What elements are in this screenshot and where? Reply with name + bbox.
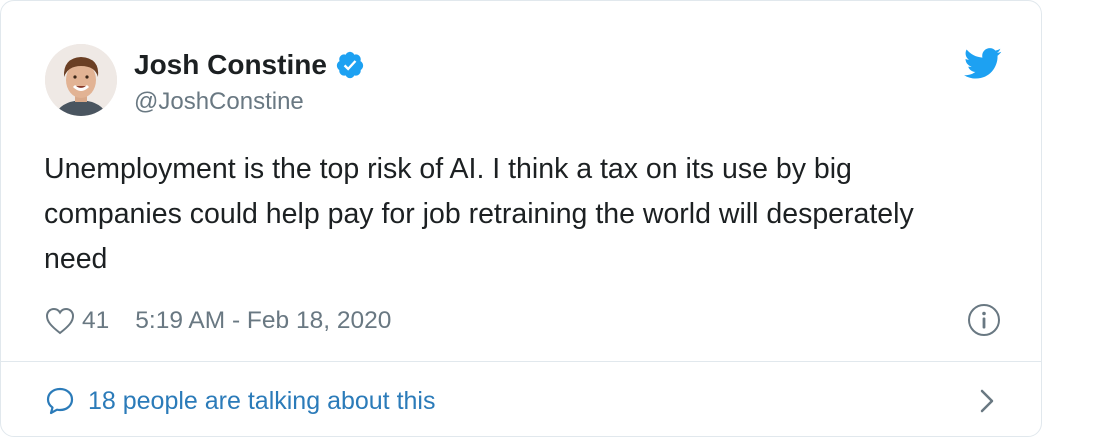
embedded-tweet-card: Josh Constine @JoshConstine Unemployment… xyxy=(0,0,1042,437)
twitter-bird-icon[interactable] xyxy=(964,48,1002,80)
chevron-right-icon[interactable] xyxy=(977,387,997,415)
comment-bubble-icon xyxy=(45,386,75,416)
author-avatar[interactable] xyxy=(45,44,117,116)
tweet-meta-row: 41 5:19 AM - Feb 18, 2020 xyxy=(45,301,391,341)
author-name[interactable]: Josh Constine xyxy=(134,45,327,85)
like-count: 41 xyxy=(82,307,110,334)
like-button[interactable]: 41 xyxy=(45,307,109,335)
avatar-portrait-image xyxy=(45,44,117,116)
author-name-row: Josh Constine xyxy=(134,45,365,85)
tweet-timestamp-link[interactable]: 5:19 AM - Feb 18, 2020 xyxy=(135,307,391,335)
conversation-link[interactable]: 18 people are talking about this xyxy=(1,362,1041,437)
author-handle[interactable]: @JoshConstine xyxy=(134,86,304,118)
verified-badge-icon xyxy=(335,50,365,80)
conversation-label[interactable]: 18 people are talking about this xyxy=(88,384,435,418)
info-icon[interactable] xyxy=(967,303,1001,337)
heart-icon[interactable] xyxy=(45,307,75,335)
tweet-text: Unemployment is the top risk of AI. I th… xyxy=(44,153,914,275)
